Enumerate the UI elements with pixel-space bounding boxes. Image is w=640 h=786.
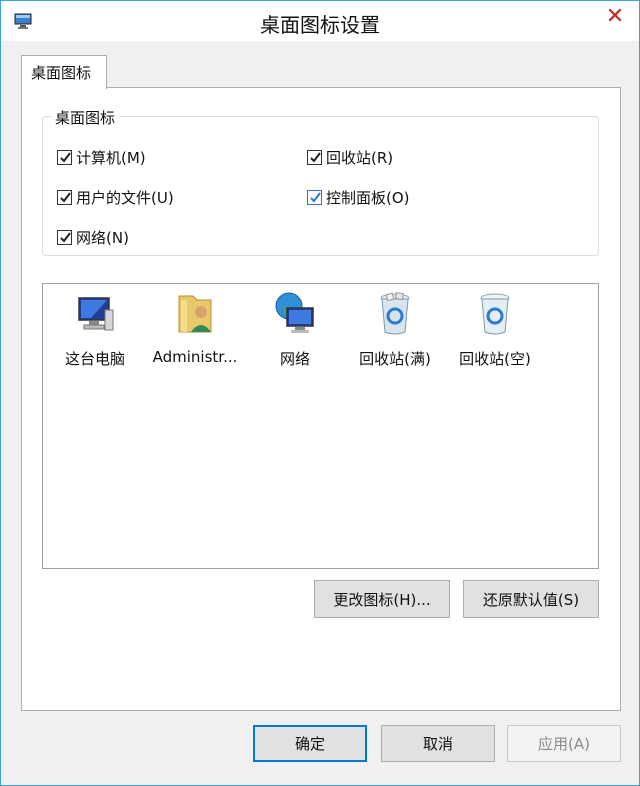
- checkbox-box: [57, 190, 72, 205]
- checkbox-label: 网络(N): [76, 229, 129, 247]
- icon-item-recycle-bin-full[interactable]: 回收站(满): [347, 290, 443, 369]
- check-icon: [60, 152, 71, 163]
- close-icon: ✕: [605, 4, 625, 29]
- window-title: 桌面图标设置: [260, 13, 380, 37]
- checkbox-box: [307, 150, 322, 165]
- close-button[interactable]: ✕: [599, 5, 631, 29]
- checkbox-box: [57, 150, 72, 165]
- icon-list[interactable]: 这台电脑 Administr... 网络 回收站(满) 回收站(空): [42, 283, 599, 569]
- checkbox-box: [57, 230, 72, 245]
- check-icon: [60, 192, 71, 203]
- computer-icon: [78, 297, 114, 331]
- icon-item-administrator[interactable]: Administr...: [147, 290, 243, 366]
- checkbox-computer[interactable]: 计算机(M): [57, 147, 146, 168]
- change-icon-button[interactable]: 更改图标(H)...: [314, 580, 450, 618]
- icon-label: 回收站(满): [359, 350, 431, 368]
- icon-item-network[interactable]: 网络: [247, 290, 343, 369]
- check-icon: [310, 152, 321, 163]
- icon-item-this-pc[interactable]: 这台电脑: [47, 290, 143, 369]
- checkbox-label: 用户的文件(U): [76, 189, 174, 207]
- icon-label: 网络: [279, 350, 310, 368]
- recycle-bin-empty-icon: [480, 293, 510, 335]
- user-folder-icon: [178, 295, 212, 333]
- group-title: 桌面图标: [51, 107, 120, 128]
- check-icon: [60, 232, 71, 243]
- title-bar[interactable]: 桌面图标设置 ✕: [1, 1, 639, 41]
- checkbox-label: 计算机(M): [76, 149, 146, 167]
- cancel-button[interactable]: 取消: [381, 725, 495, 762]
- checkbox-recycle-bin[interactable]: 回收站(R): [307, 147, 393, 168]
- check-icon: [310, 192, 321, 203]
- network-icon: [275, 292, 314, 333]
- checkbox-network[interactable]: 网络(N): [57, 227, 129, 248]
- checkbox-label: 控制面板(O): [326, 189, 410, 207]
- apply-button[interactable]: 应用(A): [507, 725, 621, 762]
- desktop-icon-settings-dialog: 桌面图标设置 ✕ 桌面图标 桌面图标 计算机(M) 回收站(R) 用户的文件(U…: [0, 0, 640, 786]
- checkbox-box: [307, 190, 322, 205]
- restore-default-button[interactable]: 还原默认值(S): [463, 580, 599, 618]
- desktop-icons-group: 桌面图标 计算机(M) 回收站(R) 用户的文件(U) 控制面板(O) 网络(N…: [42, 107, 599, 256]
- icon-label: 回收站(空): [459, 350, 531, 368]
- checkbox-control-panel[interactable]: 控制面板(O): [307, 187, 410, 208]
- icon-item-recycle-bin-empty[interactable]: 回收站(空): [447, 290, 543, 369]
- ok-button[interactable]: 确定: [253, 725, 367, 762]
- checkbox-label: 回收站(R): [326, 149, 394, 167]
- icon-label: 这台电脑: [64, 350, 125, 368]
- icon-label: Administr...: [152, 348, 238, 366]
- tab-desktop-icons[interactable]: 桌面图标: [21, 55, 107, 89]
- checkbox-user-files[interactable]: 用户的文件(U): [57, 187, 174, 208]
- tab-panel: 桌面图标 计算机(M) 回收站(R) 用户的文件(U) 控制面板(O) 网络(N…: [21, 87, 621, 711]
- recycle-bin-full-icon: [380, 291, 410, 335]
